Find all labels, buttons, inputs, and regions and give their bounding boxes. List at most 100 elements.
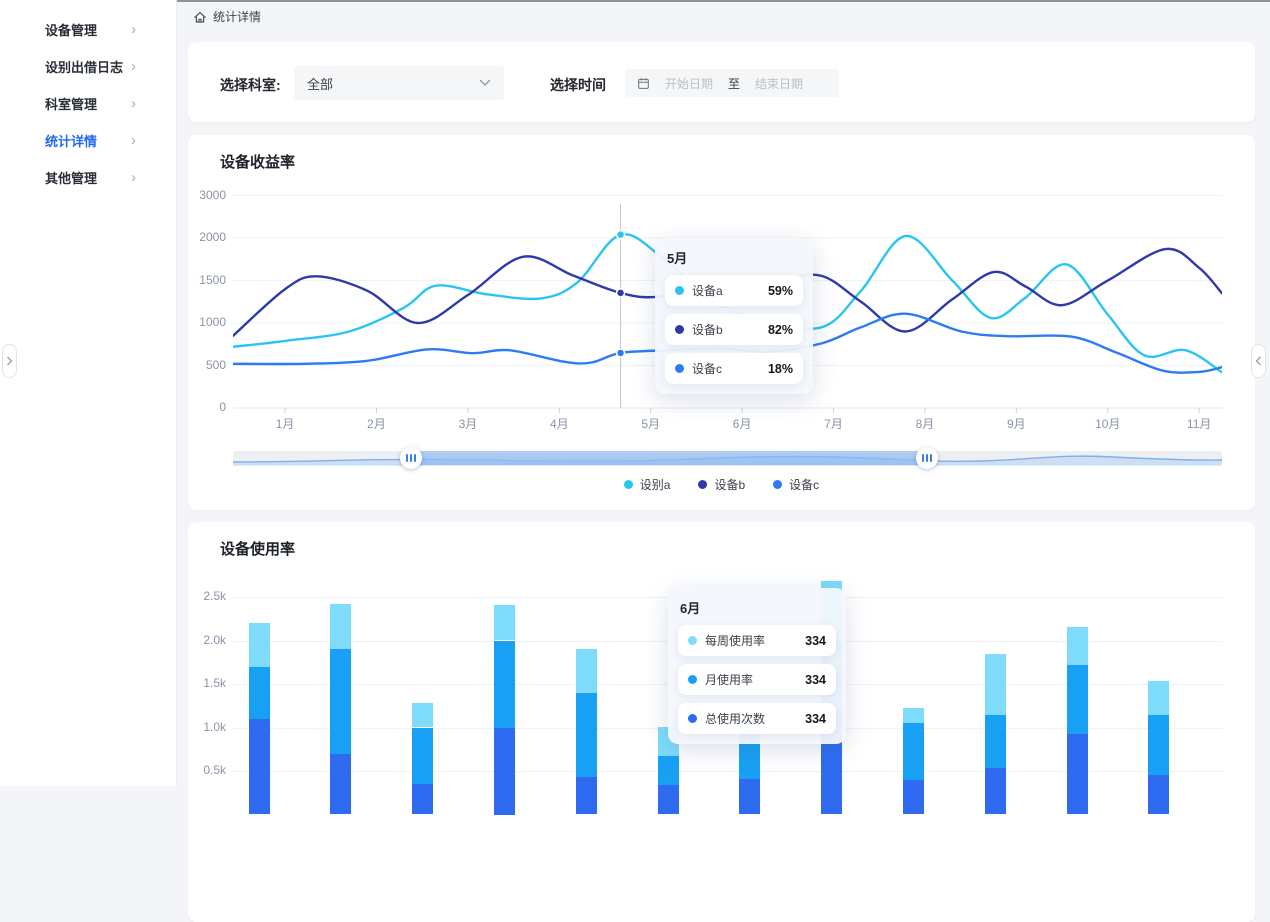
- panel-collapse-toggle[interactable]: [1251, 344, 1266, 378]
- sidebar-item-label: 统计详情: [45, 131, 97, 150]
- sidebar-item-label: 设备管理: [45, 20, 97, 39]
- revenue-chart-plot: 1月2月3月4月5月6月7月8月9月10月11月 5月 设备a59%设备b82%…: [233, 190, 1222, 435]
- breadcrumb: 统计详情: [193, 8, 261, 25]
- legend-label: 设备c: [789, 476, 819, 493]
- calendar-icon: [637, 77, 650, 90]
- datazoom-selected-range[interactable]: [411, 451, 927, 465]
- x-axis-tick-label: 4月: [550, 417, 569, 431]
- chevron-right-icon: ›: [131, 170, 136, 185]
- y-axis-tick-label: 1.5k: [188, 676, 226, 690]
- bar-segment-月使用率[interactable]: [494, 641, 515, 728]
- y-axis-tick-label: 2000: [188, 230, 226, 244]
- series-dot-icon: [688, 675, 697, 684]
- highlight-dot: [617, 349, 625, 357]
- x-axis-tick-label: 11月: [1187, 417, 1211, 431]
- series-dot-icon: [688, 636, 697, 645]
- department-select[interactable]: 全部: [294, 66, 504, 100]
- tooltip-series-value: 18%: [768, 362, 793, 376]
- bar-segment-总使用次数[interactable]: [1067, 734, 1088, 814]
- legend-item[interactable]: 设别a: [624, 476, 671, 493]
- y-axis-tick-label: 2.5k: [188, 589, 226, 603]
- bar-segment-每周使用率[interactable]: [1148, 681, 1169, 716]
- x-axis-tick-label: 6月: [733, 417, 752, 431]
- window-top-edge: [176, 0, 1270, 2]
- bar-segment-每周使用率[interactable]: [985, 654, 1006, 715]
- legend-item[interactable]: 设备b: [698, 476, 745, 493]
- bar-segment-每周使用率[interactable]: [1067, 627, 1088, 665]
- bar-segment-总使用次数[interactable]: [412, 784, 433, 814]
- bar-segment-月使用率[interactable]: [1148, 715, 1169, 775]
- x-axis-tick-label: 3月: [459, 417, 478, 431]
- legend-item[interactable]: 设备c: [773, 476, 819, 493]
- datazoom-slider[interactable]: [233, 450, 1222, 466]
- x-axis-tick-label: 5月: [641, 417, 660, 431]
- bar-segment-总使用次数[interactable]: [330, 754, 351, 815]
- sidebar-item-label: 科室管理: [45, 94, 97, 113]
- y-axis-tick-label: 3000: [188, 188, 226, 202]
- end-date-placeholder[interactable]: 结束日期: [755, 75, 803, 92]
- sidebar-item-2[interactable]: 设别出借日志›: [0, 48, 176, 85]
- bar-segment-每周使用率[interactable]: [494, 605, 515, 641]
- highlight-dot: [617, 289, 625, 297]
- bar-segment-月使用率[interactable]: [903, 723, 924, 780]
- bar-segment-总使用次数[interactable]: [1148, 775, 1169, 814]
- sidebar-collapse-toggle[interactable]: [2, 344, 17, 378]
- datazoom-handle-left[interactable]: [400, 447, 422, 469]
- tooltip-series-value: 59%: [768, 284, 793, 298]
- tooltip-month: 5月: [667, 248, 801, 267]
- sidebar-item-5[interactable]: 其他管理 ›: [0, 159, 176, 196]
- tooltip-row: 设备a59%: [665, 275, 803, 306]
- sidebar-item-label: 设别出借日志: [45, 57, 123, 76]
- bar-segment-总使用次数[interactable]: [658, 785, 679, 814]
- bar-segment-月使用率[interactable]: [330, 649, 351, 753]
- tooltip-series-label: 月使用率: [705, 671, 793, 688]
- y-axis-tick-label: 0: [188, 400, 226, 414]
- sidebar-item-3[interactable]: 科室管理›: [0, 85, 176, 122]
- bar-segment-月使用率[interactable]: [249, 667, 270, 719]
- usage-rate-chart-card: 设备使用率 0.5k1.0k1.5k2.0k2.5k 6月 每周使用率334月使…: [188, 522, 1255, 922]
- bar-segment-每周使用率[interactable]: [903, 708, 924, 723]
- tooltip-series-value: 334: [805, 712, 826, 726]
- bar-segment-月使用率[interactable]: [658, 756, 679, 785]
- revenue-chart-tooltip: 5月 设备a59%设备b82%设备c18%: [655, 238, 813, 394]
- bar-segment-总使用次数[interactable]: [985, 768, 1006, 815]
- bar-segment-总使用次数[interactable]: [494, 728, 515, 815]
- legend-label: 设别a: [640, 476, 671, 493]
- tooltip-series-label: 设备c: [692, 360, 756, 377]
- bar-segment-月使用率[interactable]: [412, 728, 433, 785]
- datazoom-handle-right[interactable]: [916, 447, 938, 469]
- bar-segment-每周使用率[interactable]: [249, 623, 270, 667]
- sidebar-item-4[interactable]: 统计详情 ›: [0, 122, 176, 159]
- tooltip-row: 设备c 18%: [665, 353, 803, 384]
- bar-segment-总使用次数[interactable]: [249, 719, 270, 815]
- bar-segment-总使用次数[interactable]: [739, 779, 760, 815]
- breadcrumb-title: 统计详情: [213, 8, 261, 25]
- y-axis-tick-label: 1000: [188, 315, 226, 329]
- bar-segment-总使用次数[interactable]: [576, 777, 597, 814]
- x-axis-tick-label: 2月: [367, 417, 386, 431]
- series-dot-icon: [675, 364, 684, 373]
- bar-segment-月使用率[interactable]: [985, 715, 1006, 767]
- legend-dot-icon: [624, 480, 633, 489]
- bar-segment-每周使用率[interactable]: [576, 649, 597, 693]
- date-separator: 至: [728, 75, 740, 92]
- start-date-placeholder[interactable]: 开始日期: [665, 75, 713, 92]
- sidebar-nav: 设备管理 › 设别出借日志›科室管理› 统计详情 › 其他管理 ›: [0, 0, 176, 196]
- tooltip-month: 6月: [680, 598, 834, 617]
- bar-segment-总使用次数[interactable]: [903, 780, 924, 815]
- series-dot-icon: [688, 714, 697, 723]
- chevron-right-icon: ›: [131, 22, 136, 37]
- date-range-picker[interactable]: 开始日期 至 结束日期: [625, 69, 839, 97]
- bar-segment-月使用率[interactable]: [576, 693, 597, 777]
- sidebar-item-label: 其他管理: [45, 168, 97, 187]
- bar-segment-每周使用率[interactable]: [412, 703, 433, 727]
- chevron-right-icon: ›: [131, 133, 136, 148]
- sidebar-item-1[interactable]: 设备管理 ›: [0, 11, 176, 48]
- filter-card: 选择科室: 全部 选择时间 开始日期 至 结束日期: [188, 42, 1255, 122]
- revenue-chart-legend: 设别a 设备b 设备c: [188, 476, 1255, 493]
- bar-segment-月使用率[interactable]: [1067, 665, 1088, 735]
- y-axis-tick-label: 0.5k: [188, 763, 226, 777]
- chevron-right-icon: [6, 356, 13, 366]
- bar-segment-每周使用率[interactable]: [330, 604, 351, 649]
- highlight-dot: [617, 231, 625, 239]
